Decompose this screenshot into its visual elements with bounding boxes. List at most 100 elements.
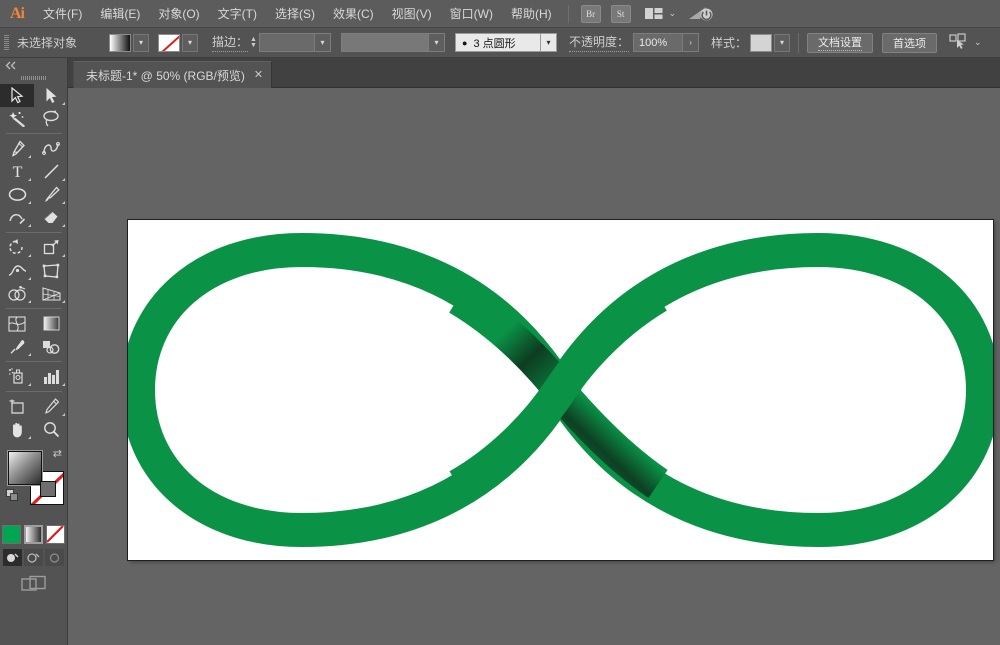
swap-fill-stroke-icon[interactable]: ⇄ (53, 447, 62, 460)
zoom-tool[interactable] (34, 418, 68, 441)
sync-settings-icon[interactable] (688, 5, 714, 23)
toolbar-fill-swatch[interactable] (8, 451, 42, 485)
default-fill-stroke-icon[interactable] (6, 489, 19, 502)
tool-flyout-corner-icon (28, 178, 31, 181)
graphic-style-swatch[interactable] (750, 34, 772, 52)
stroke-profile-select[interactable] (341, 33, 429, 52)
color-mode-button[interactable] (2, 525, 21, 544)
selection-status: 未选择对象 (17, 34, 95, 51)
curvature-tool[interactable] (34, 137, 68, 160)
width-tool[interactable] (0, 259, 34, 282)
tool-flyout-corner-icon (28, 383, 31, 386)
close-icon[interactable]: ✕ (254, 70, 263, 81)
line-segment-tool[interactable] (34, 160, 68, 183)
free-transform-tool[interactable] (34, 259, 68, 282)
menu-effect[interactable]: 效果(C) (324, 0, 383, 28)
brush-chevron-icon[interactable]: ▾ (541, 33, 557, 52)
menu-object[interactable]: 对象(O) (149, 0, 208, 28)
stroke-weight-chevron-icon[interactable]: ▾ (315, 33, 331, 52)
stroke-color-swatch[interactable] (158, 34, 180, 52)
menu-file[interactable]: 文件(F) (34, 0, 91, 28)
tool-flyout-corner-icon (62, 300, 65, 303)
menu-edit[interactable]: 编辑(E) (91, 0, 149, 28)
preferences-button[interactable]: 首选项 (882, 33, 937, 53)
direct-selection-tool[interactable] (34, 84, 68, 107)
rotate-tool[interactable] (0, 236, 34, 259)
blend-tool[interactable] (34, 335, 68, 358)
app-logo: Ai (0, 0, 34, 28)
brush-definition-select[interactable]: ● 3 点圆形 (455, 33, 541, 52)
eyedropper-tool[interactable] (0, 335, 34, 358)
gradient-tool[interactable] (34, 312, 68, 335)
draw-inside-mode-button[interactable] (45, 549, 64, 566)
ellipse-tool[interactable] (0, 183, 34, 206)
arrange-documents-icon[interactable] (644, 6, 664, 21)
mesh-tool[interactable] (0, 312, 34, 335)
gradient-mode-button[interactable] (24, 525, 43, 544)
tool-flyout-corner-icon (28, 300, 31, 303)
stroke-profile-chevron-icon[interactable]: ▾ (429, 33, 445, 52)
type-tool[interactable]: T (0, 160, 34, 183)
artboard-tool[interactable] (0, 395, 34, 418)
tool-flyout-corner-icon (62, 178, 65, 181)
draw-behind-mode-button[interactable] (24, 549, 43, 566)
opacity-flyout-arrow-icon[interactable]: › (683, 33, 699, 52)
selection-tool[interactable] (0, 84, 34, 107)
change-screen-mode-button[interactable] (0, 575, 67, 595)
paintbrush-tool[interactable] (34, 183, 68, 206)
fill-color-swatch[interactable] (109, 34, 131, 52)
tool-divider (6, 391, 62, 392)
pen-tool[interactable] (0, 137, 34, 160)
align-to-selection-icon[interactable] (949, 33, 969, 52)
brush-dot-icon: ● (462, 38, 467, 48)
stock-button[interactable]: St (611, 5, 631, 23)
tool-divider (6, 133, 62, 134)
fill-dropdown-chevron-icon[interactable]: ▾ (133, 34, 149, 52)
shaper-tool[interactable] (0, 206, 34, 229)
menu-type[interactable]: 文字(T) (209, 0, 266, 28)
style-label: 样式： (711, 34, 747, 51)
tool-flyout-corner-icon (28, 224, 31, 227)
hand-tool[interactable] (0, 418, 34, 441)
stroke-dropdown-chevron-icon[interactable]: ▾ (182, 34, 198, 52)
menu-view[interactable]: 视图(V) (383, 0, 441, 28)
magic-wand-tool[interactable] (0, 107, 34, 130)
column-graph-tool[interactable] (34, 365, 68, 388)
bridge-button[interactable]: Br (581, 5, 601, 23)
collapse-panel-icon[interactable] (0, 58, 67, 72)
arrange-chevron-down-icon[interactable]: ⌄ (669, 8, 677, 19)
opacity-label: 不透明度： (569, 33, 629, 52)
control-bar-grip[interactable] (4, 35, 9, 51)
tool-flyout-corner-icon (28, 353, 31, 356)
stroke-weight-stepper[interactable]: ▲▼ (248, 34, 259, 52)
menu-help[interactable]: 帮助(H) (502, 0, 561, 28)
control-bar: 未选择对象 ▾ ▾ 描边： ▲▼ ▾ ▾ ● 3 点圆形 ▾ 不透 (0, 28, 1000, 58)
tools-panel-grip[interactable] (0, 72, 67, 84)
menu-window[interactable]: 窗口(W) (441, 0, 502, 28)
document-tab-title: 未标题-1* @ 50% (RGB/预览) (86, 67, 245, 84)
scale-tool[interactable] (34, 236, 68, 259)
canvas-area[interactable] (68, 88, 1000, 645)
draw-normal-mode-button[interactable] (3, 549, 22, 566)
stroke-weight-input[interactable] (259, 33, 315, 52)
document-setup-button[interactable]: 文档设置 (807, 33, 873, 53)
style-chevron-icon[interactable]: ▾ (774, 34, 790, 52)
artwork-infinity-symbol (128, 220, 993, 560)
illustrator-window: Ai 文件(F) 编辑(E) 对象(O) 文字(T) 选择(S) 效果(C) 视… (0, 0, 1000, 645)
shape-builder-tool[interactable] (0, 282, 34, 305)
preferences-label: 首选项 (893, 35, 926, 51)
symbol-sprayer-tool[interactable] (0, 365, 34, 388)
align-chevron-down-icon[interactable]: ⌄ (974, 37, 982, 48)
tool-flyout-corner-icon (28, 277, 31, 280)
document-tab[interactable]: 未标题-1* @ 50% (RGB/预览) ✕ (73, 61, 272, 88)
opacity-input[interactable]: 100% (633, 33, 683, 52)
slice-tool[interactable] (34, 395, 68, 418)
tool-flyout-corner-icon (62, 383, 65, 386)
document-tab-bar: 未标题-1* @ 50% (RGB/预览) ✕ (68, 58, 1000, 88)
eraser-tool[interactable] (34, 206, 68, 229)
artboard[interactable] (128, 220, 993, 560)
lasso-tool[interactable] (34, 107, 68, 130)
perspective-grid-tool[interactable] (34, 282, 68, 305)
none-mode-button[interactable] (46, 525, 65, 544)
menu-select[interactable]: 选择(S) (266, 0, 324, 28)
